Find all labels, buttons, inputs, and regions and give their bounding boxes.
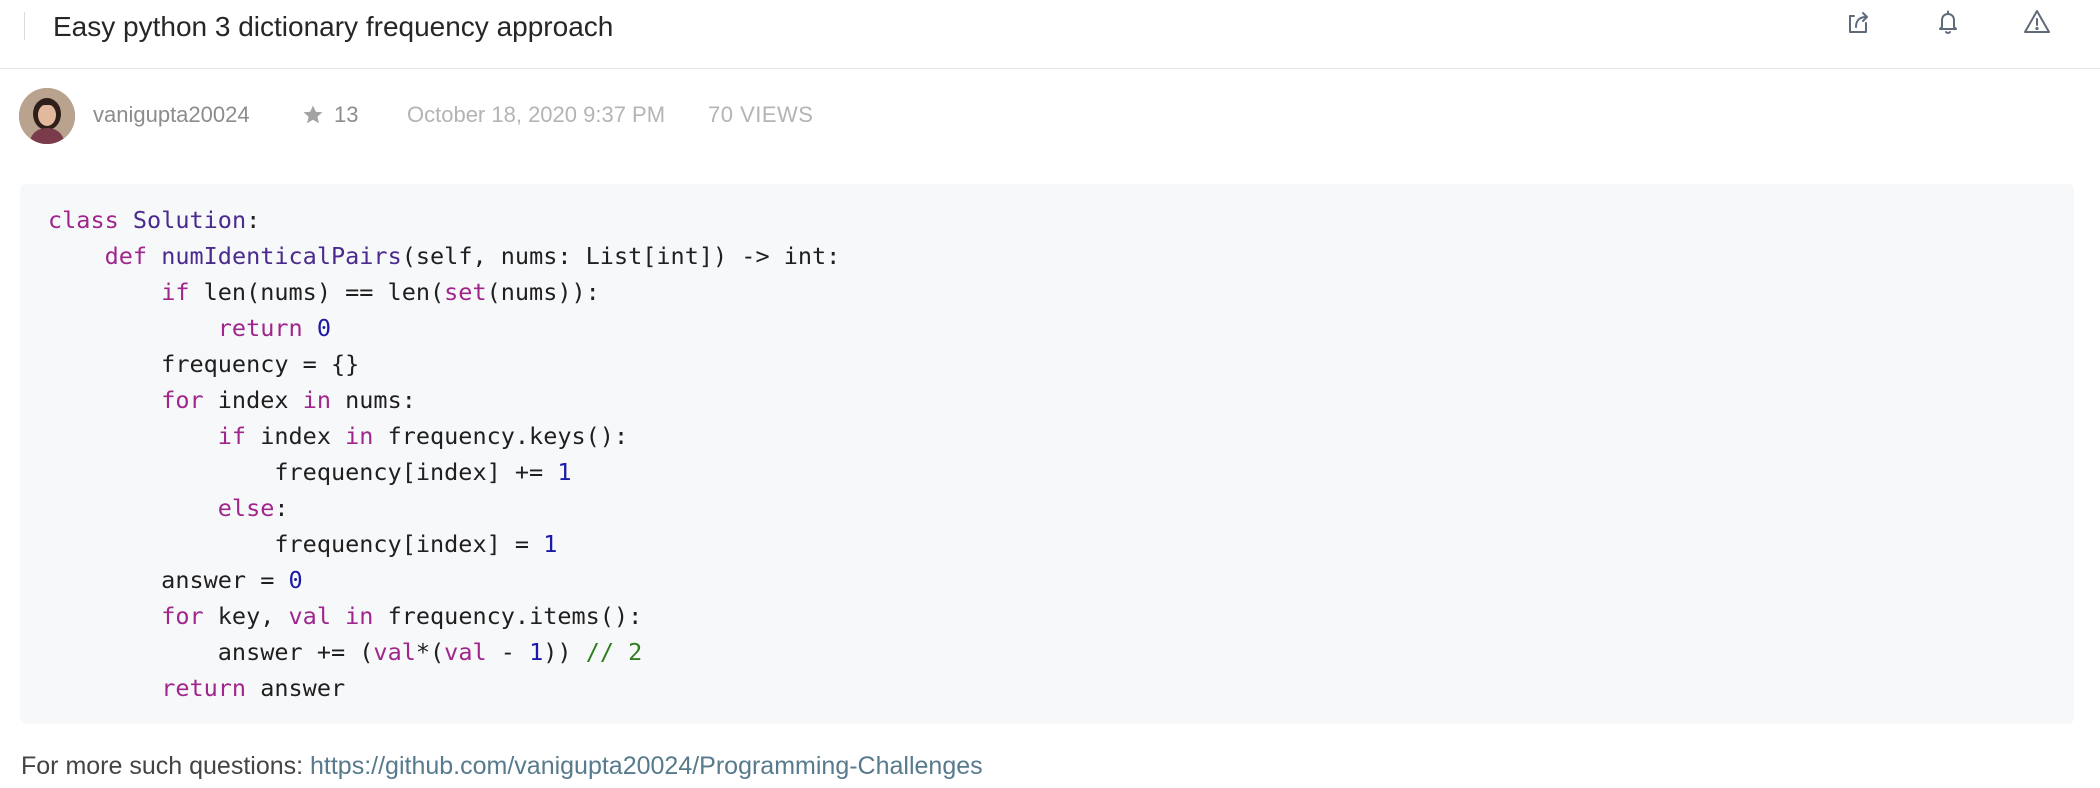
code-line: frequency = {} — [48, 346, 2074, 382]
code-line: return answer — [48, 670, 2074, 706]
code-line: else: — [48, 490, 2074, 526]
code-token: val — [444, 638, 487, 666]
code-token: frequency[index] += — [48, 458, 558, 486]
code-token: else — [217, 494, 275, 522]
code-token: frequency[index] = — [48, 530, 544, 558]
code-token: (self, nums: List[int]) -> int: — [401, 242, 841, 270]
code-token: index — [203, 386, 303, 414]
header-divider — [24, 12, 25, 40]
code-token: if — [217, 422, 247, 450]
code-token: return — [217, 314, 303, 342]
footer-prefix: For more such questions: — [21, 752, 311, 780]
code-token: if — [161, 278, 190, 306]
code-token: - — [486, 638, 530, 666]
notification-button[interactable] — [1932, 8, 1964, 40]
code-token: key, — [203, 602, 289, 630]
code-line: for index in nums: — [48, 382, 2074, 418]
code-token: // 2 — [585, 638, 643, 666]
code-token: for — [161, 602, 204, 630]
code-token: numIdenticalPairs — [161, 242, 402, 270]
post-meta: vanigupta20024 13 October 18, 2020 9:37 … — [0, 88, 2100, 144]
code-token: 1 — [543, 530, 558, 558]
post-header: Easy python 3 dictionary frequency appro… — [0, 0, 2100, 69]
report-button[interactable] — [2021, 8, 2053, 40]
code-token: Solution — [132, 206, 247, 234]
code-token: : — [246, 206, 261, 234]
post-footer: For more such questions: https://github.… — [21, 752, 983, 781]
post-date: October 18, 2020 9:37 PM — [407, 102, 666, 127]
code-token: return — [161, 674, 247, 702]
code-token: answer — [246, 674, 346, 702]
code-line: for key, val in frequency.items(): — [48, 598, 2074, 634]
post-title: Easy python 3 dictionary frequency appro… — [53, 11, 614, 42]
code-token: def — [104, 242, 148, 270]
code-token: nums: — [330, 386, 416, 414]
code-token: frequency.keys(): — [373, 422, 629, 450]
code-line: return 0 — [48, 310, 2074, 346]
code-line: answer = 0 — [48, 562, 2074, 598]
code-token: val — [373, 638, 416, 666]
bell-icon — [1933, 7, 1963, 42]
code-token: for — [161, 386, 204, 414]
code-line: class Solution: — [48, 202, 2074, 238]
code-token: len(nums) == len( — [189, 278, 445, 306]
reputation-count: 13 — [334, 102, 359, 127]
code-token: val — [288, 602, 331, 630]
code-token: answer += ( — [48, 638, 374, 666]
github-link[interactable]: https://github.com/vanigupta20024/Progra… — [310, 752, 983, 780]
code-token: class — [48, 206, 119, 234]
code-block[interactable]: class Solution: def numIdenticalPairs(se… — [20, 184, 2074, 724]
code-token: answer = — [48, 566, 289, 594]
code-token: frequency.items(): — [373, 602, 643, 630]
code-token: set — [444, 278, 487, 306]
code-token: 0 — [316, 314, 331, 342]
code-line: def numIdenticalPairs(self, nums: List[i… — [48, 238, 2074, 274]
code-token: index — [246, 422, 346, 450]
share-button[interactable] — [1843, 8, 1875, 40]
code-token: : — [274, 494, 289, 522]
code-token: frequency = {} — [48, 350, 360, 378]
code-token: (nums)): — [486, 278, 600, 306]
view-count: 70 VIEWS — [708, 102, 814, 127]
code-line: answer += (val*(val - 1)) // 2 — [48, 634, 2074, 670]
code-token: 1 — [557, 458, 572, 486]
code-token: *( — [415, 638, 445, 666]
code-token: 1 — [529, 638, 544, 666]
code-token: in — [345, 602, 374, 630]
star-icon — [301, 103, 325, 127]
warning-icon — [2022, 7, 2052, 42]
share-icon — [1844, 7, 1874, 42]
code-token: in — [345, 422, 374, 450]
code-content: class Solution: def numIdenticalPairs(se… — [48, 202, 2074, 706]
code-line: if index in frequency.keys(): — [48, 418, 2074, 454]
avatar[interactable] — [19, 88, 75, 144]
code-line: frequency[index] = 1 — [48, 526, 2074, 562]
author-username[interactable]: vanigupta20024 — [93, 102, 250, 128]
code-token: 0 — [288, 566, 303, 594]
code-token: in — [302, 386, 331, 414]
code-token: )) — [543, 638, 586, 666]
code-line: frequency[index] += 1 — [48, 454, 2074, 490]
code-line: if len(nums) == len(set(nums)): — [48, 274, 2074, 310]
